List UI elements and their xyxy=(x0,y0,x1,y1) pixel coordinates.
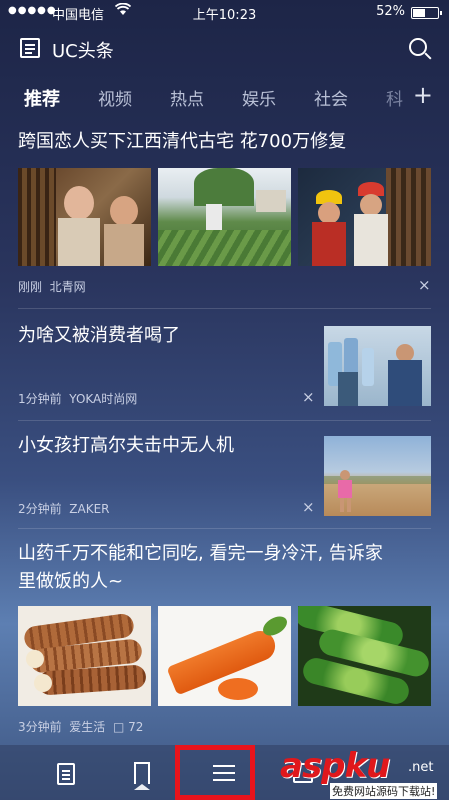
news-thumbnail[interactable] xyxy=(18,168,151,266)
news-title-line-1[interactable]: 山药千万不能和它同吃, 看完一身冷汗, 告诉家 xyxy=(18,540,383,568)
news-meta: 2分钟前 ZAKER xyxy=(18,500,110,517)
news-time: 3分钟前 xyxy=(18,720,62,734)
search-icon[interactable] xyxy=(409,38,427,56)
tab-hot[interactable]: 热点 xyxy=(170,85,204,110)
comment-count: 72 xyxy=(128,720,144,734)
tab-tech[interactable]: 科 xyxy=(386,85,403,110)
category-tabs: 推荐 视频 热点 娱乐 社会 科 + xyxy=(0,78,449,116)
news-title[interactable]: 为啥又被消费者喝了 xyxy=(18,322,180,350)
news-source: 爱生活 xyxy=(69,720,106,734)
news-meta: 1分钟前 YOKA时尚网 xyxy=(18,390,137,407)
news-source: ZAKER xyxy=(69,502,110,516)
news-item[interactable]: 小女孩打高尔夫击中无人机 2分钟前 ZAKER × xyxy=(0,428,449,529)
watermark-logo: aspku xyxy=(280,746,390,786)
news-item[interactable]: 跨国恋人买下江西清代古宅 花700万修复 刚刚 北青网 × xyxy=(0,128,449,310)
news-source: 北青网 xyxy=(49,280,86,294)
news-thumbnail[interactable] xyxy=(298,606,431,706)
news-source: YOKA时尚网 xyxy=(69,392,138,406)
app-header: UC头条 xyxy=(0,28,449,70)
menu-highlight-box xyxy=(175,745,255,800)
news-title[interactable]: 小女孩打高尔夫击中无人机 xyxy=(18,432,234,460)
tab-society[interactable]: 社会 xyxy=(314,85,348,110)
divider xyxy=(18,528,431,529)
news-time: 刚刚 xyxy=(18,280,43,294)
bookmark-icon[interactable] xyxy=(134,762,150,790)
divider xyxy=(18,308,431,309)
news-item[interactable]: 山药千万不能和它同吃, 看完一身冷汗, 告诉家 里做饭的人~ 3分钟前 爱生活 … xyxy=(0,540,449,740)
add-tab-icon[interactable]: + xyxy=(413,81,433,109)
dismiss-icon[interactable]: × xyxy=(418,276,431,294)
comment-icon: □ xyxy=(112,720,125,734)
divider xyxy=(18,420,431,421)
news-thumbnail[interactable] xyxy=(324,326,431,406)
news-title-line-2[interactable]: 里做饭的人~ xyxy=(18,568,123,596)
news-logo-icon xyxy=(20,38,40,58)
news-thumbnail[interactable] xyxy=(158,606,291,706)
news-title[interactable]: 跨国恋人买下江西清代古宅 花700万修复 xyxy=(18,128,346,156)
tab-video[interactable]: 视频 xyxy=(98,85,132,110)
news-thumbnail[interactable] xyxy=(298,168,431,266)
battery-percent: 52% xyxy=(376,4,405,19)
news-meta: 刚刚 北青网 xyxy=(18,278,86,295)
watermark-domain: .net xyxy=(408,760,434,775)
news-time: 1分钟前 xyxy=(18,392,62,406)
news-time: 2分钟前 xyxy=(18,502,62,516)
news-feed-icon[interactable] xyxy=(57,763,75,785)
news-thumbnail[interactable] xyxy=(158,168,291,266)
news-thumbnail[interactable] xyxy=(18,606,151,706)
news-meta: 3分钟前 爱生活 □ 72 xyxy=(18,718,143,735)
app-title: UC头条 xyxy=(52,41,114,62)
dismiss-icon[interactable]: × xyxy=(302,388,315,406)
watermark-tagline: 免费网站源码下载站! xyxy=(330,783,438,799)
status-bar: ●●●●● 中国电信 上午10:23 52% xyxy=(0,0,449,24)
dismiss-icon[interactable]: × xyxy=(302,498,315,516)
news-item[interactable]: 为啥又被消费者喝了 1分钟前 YOKA时尚网 × xyxy=(0,320,449,421)
battery-icon xyxy=(411,7,442,19)
tab-recommend[interactable]: 推荐 xyxy=(24,85,60,111)
news-thumbnail[interactable] xyxy=(324,436,431,516)
tab-entertainment[interactable]: 娱乐 xyxy=(242,85,276,110)
